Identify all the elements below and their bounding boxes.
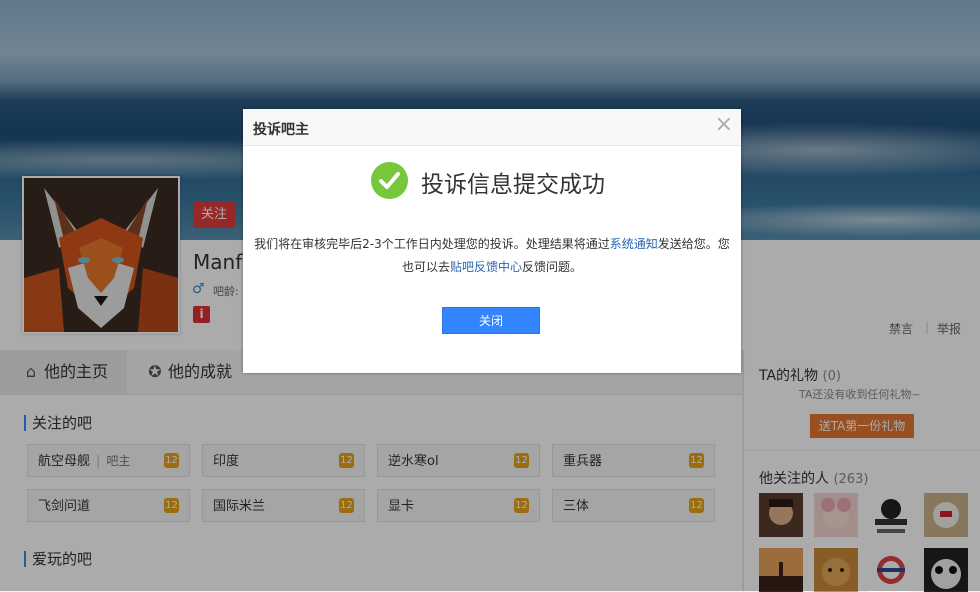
dialog-title: 投诉吧主 xyxy=(253,122,309,138)
dialog-message: 我们将在审核完毕后2-3个工作日内处理您的投诉。处理结果将通过系统通知发送给您。… xyxy=(251,233,733,279)
close-button[interactable]: 关闭 xyxy=(442,307,540,334)
check-circle-icon xyxy=(371,162,408,199)
complaint-dialog: 投诉吧主 × 投诉信息提交成功 我们将在审核完毕后2-3个工作日内处理您的投诉。… xyxy=(243,109,741,373)
message-text-3: 反馈问题。 xyxy=(522,260,583,274)
feedback-center-link[interactable]: 贴吧反馈中心 xyxy=(450,260,522,274)
close-icon[interactable]: × xyxy=(715,114,733,136)
message-text-1: 我们将在审核完毕后2-3个工作日内处理您的投诉。处理结果将通过 xyxy=(254,237,610,251)
dialog-header: 投诉吧主 × xyxy=(243,109,741,146)
success-title: 投诉信息提交成功 xyxy=(421,172,605,198)
system-notice-link[interactable]: 系统通知 xyxy=(610,237,658,251)
